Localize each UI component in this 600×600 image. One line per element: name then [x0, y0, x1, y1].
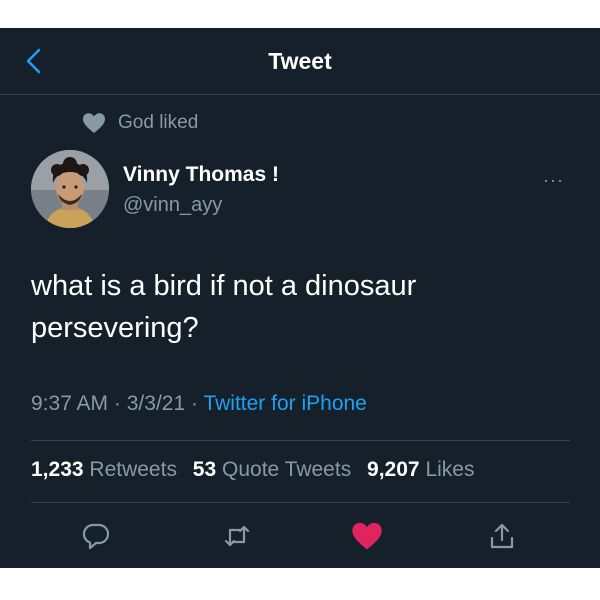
- meta-separator: ·: [190, 392, 198, 415]
- quote-tweets-stat[interactable]: 53 Quote Tweets: [193, 458, 351, 481]
- tweet-screen: Tweet God liked Vinny Thomas ! @vinn_ayy…: [0, 28, 600, 568]
- retweets-stat[interactable]: 1,233 Retweets: [31, 458, 177, 481]
- tweet-text-line-1: what is a bird if not a dinosaur: [31, 270, 417, 302]
- share-icon: [490, 523, 514, 549]
- reply-icon: [82, 523, 110, 550]
- tweet-text-line-2: persevering?: [31, 312, 199, 344]
- likes-count: 9,207: [367, 458, 420, 481]
- avatar-photo: [31, 150, 109, 228]
- retweets-label: Retweets: [89, 458, 177, 481]
- tweet-time: 9:37 AM: [31, 392, 109, 415]
- page-title: Tweet: [268, 48, 332, 74]
- likes-label: Likes: [425, 458, 475, 481]
- header-bar: Tweet: [0, 28, 600, 95]
- retweets-count: 1,233: [31, 458, 84, 481]
- author-handle[interactable]: @vinn_ayy: [123, 194, 222, 217]
- heart-icon: [83, 113, 105, 133]
- more-icon[interactable]: ···: [543, 170, 564, 191]
- reply-button[interactable]: [81, 521, 111, 551]
- like-icon: [352, 522, 382, 550]
- divider: [31, 502, 570, 503]
- quote-tweets-count: 53: [192, 458, 217, 481]
- avatar[interactable]: [31, 150, 109, 228]
- tweet-text: what is a bird if not a dinosaur perseve…: [31, 265, 571, 349]
- tweet-source-link[interactable]: Twitter for iPhone: [203, 392, 366, 415]
- quote-tweets-label: Quote Tweets: [222, 458, 352, 481]
- divider: [31, 440, 570, 441]
- engagement-stats: 1,233 Retweets 53 Quote Tweets 9,207 Lik…: [31, 458, 484, 482]
- author-name[interactable]: Vinny Thomas !: [123, 163, 279, 187]
- retweet-icon: [224, 525, 250, 547]
- meta-separator: ·: [113, 392, 121, 415]
- likes-stat[interactable]: 9,207 Likes: [367, 458, 474, 481]
- tweet-date: 3/3/21: [126, 392, 186, 415]
- share-button[interactable]: [487, 521, 517, 551]
- tweet-meta: 9:37 AM · 3/3/21 · Twitter for iPhone: [31, 392, 367, 416]
- social-context[interactable]: God liked: [82, 112, 198, 134]
- social-context-text: God liked: [118, 112, 199, 133]
- like-button[interactable]: [351, 521, 382, 551]
- retweet-button[interactable]: [222, 521, 252, 551]
